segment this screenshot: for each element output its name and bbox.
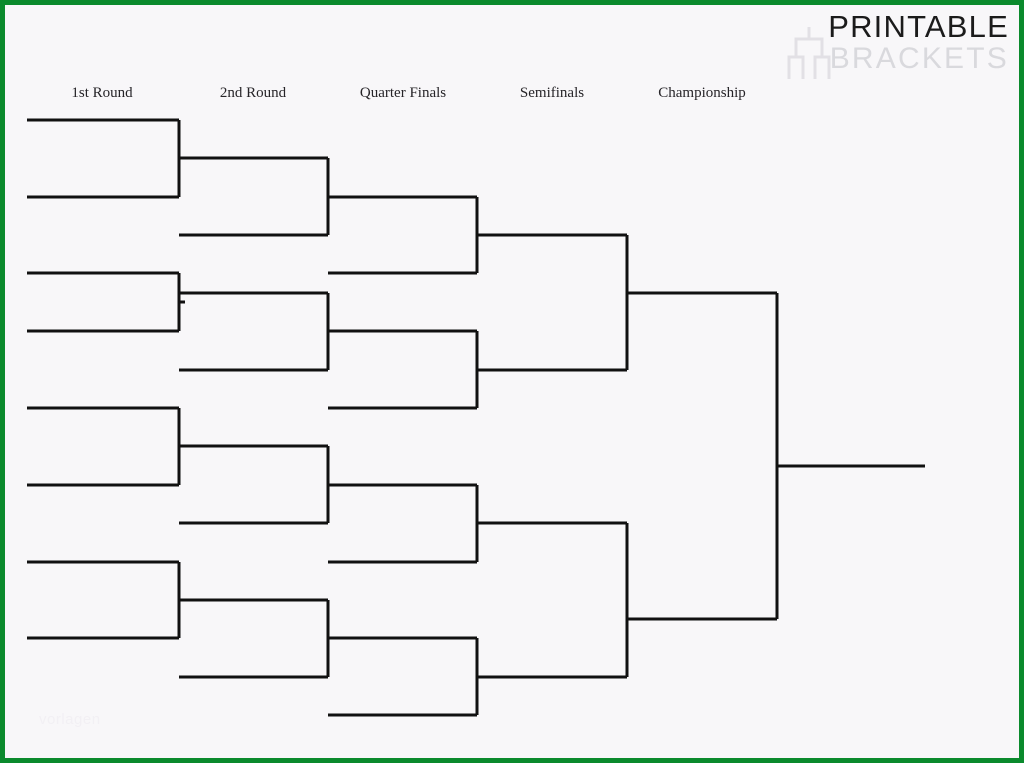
watermark: vorlagen bbox=[39, 711, 101, 728]
bracket-page: PRINTABLE BRACKETS 1st Round 2nd Round Qua… bbox=[0, 0, 1024, 763]
bracket-diagram bbox=[27, 118, 925, 717]
